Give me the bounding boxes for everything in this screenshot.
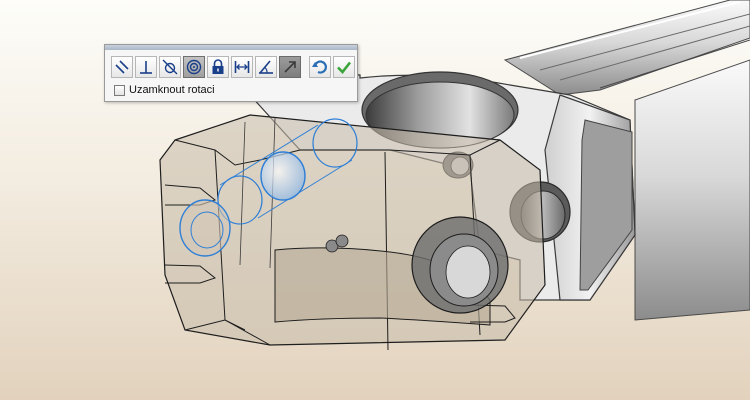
lock-rotation-checkbox[interactable]	[114, 84, 125, 96]
confirm-button[interactable]	[333, 56, 355, 78]
angle-icon	[259, 60, 273, 74]
perpendicular-icon	[140, 61, 152, 74]
perpendicular-button[interactable]	[135, 56, 157, 78]
tangent-icon	[162, 59, 178, 75]
parallel-icon	[115, 60, 129, 74]
angle-button[interactable]	[255, 56, 277, 78]
flip-alignment-icon	[284, 61, 296, 73]
graphics-area[interactable]: Uzamknout rotaci	[0, 0, 750, 400]
lock-rotation-row: Uzamknout rotaci	[114, 84, 215, 96]
distance-icon	[234, 61, 250, 73]
parallel-button[interactable]	[111, 56, 133, 78]
toolbar-title-strip[interactable]	[105, 45, 357, 50]
mate-type-buttons	[111, 56, 355, 80]
concentric-icon	[186, 59, 202, 75]
mate-context-toolbar[interactable]: Uzamknout rotaci	[104, 44, 358, 102]
undo-icon	[312, 60, 327, 74]
lock-icon	[212, 59, 224, 74]
lock-rotation-label: Uzamknout rotaci	[129, 84, 215, 96]
concentric-button[interactable]	[183, 56, 205, 78]
checkmark-icon	[337, 61, 352, 74]
undo-button[interactable]	[309, 56, 331, 78]
distance-button[interactable]	[231, 56, 253, 78]
lock-button[interactable]	[207, 56, 229, 78]
toolbar-separator	[303, 56, 307, 80]
flip-alignment-button[interactable]	[279, 56, 301, 78]
tangent-button[interactable]	[159, 56, 181, 78]
